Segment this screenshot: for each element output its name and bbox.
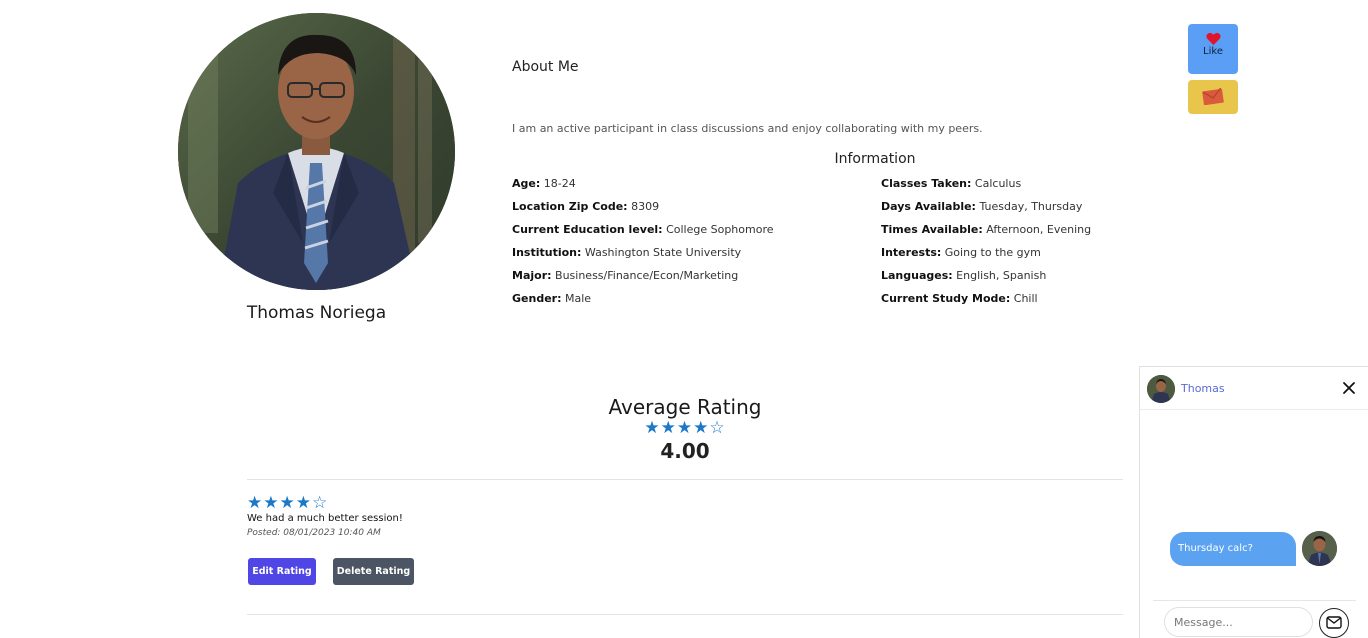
edit-rating-button[interactable]: Edit Rating: [248, 558, 316, 585]
like-button[interactable]: Like: [1188, 24, 1238, 74]
chat-divider: [1153, 600, 1356, 601]
information-left-column: Age: 18-24 Location Zip Code: 8309 Curre…: [512, 177, 774, 315]
info-value: Business/Finance/Econ/Marketing: [555, 269, 739, 282]
info-value: Calculus: [974, 177, 1022, 190]
divider: [247, 614, 1123, 615]
info-label: Location Zip Code:: [512, 200, 628, 213]
chat-message-bubble: Thursday calc?: [1170, 532, 1296, 566]
info-label: Gender:: [512, 292, 562, 305]
send-message-button[interactable]: [1319, 608, 1349, 638]
info-label: Institution:: [512, 246, 582, 259]
info-value: Male: [564, 292, 592, 305]
divider: [247, 479, 1123, 480]
envelope-icon: [1326, 616, 1342, 629]
information-right-column: Classes Taken: Calculus Days Available: …: [881, 177, 1091, 315]
average-rating-title: Average Rating: [608, 395, 762, 419]
delete-rating-button[interactable]: Delete Rating: [333, 558, 414, 585]
info-row-classes: Classes Taken: Calculus: [881, 177, 1091, 200]
review-date: Posted: 08/01/2023 10:40 AM: [247, 528, 381, 538]
close-icon[interactable]: [1340, 379, 1358, 397]
info-value: Going to the gym: [944, 246, 1041, 259]
info-value: 8309: [631, 200, 660, 213]
info-row-education: Current Education level: College Sophomo…: [512, 223, 774, 246]
message-sender-avatar: [1302, 531, 1337, 566]
info-label: Classes Taken:: [881, 177, 972, 190]
info-value: 18-24: [543, 177, 576, 190]
review-stars: ★★★★☆: [247, 493, 329, 513]
info-row-age: Age: 18-24: [512, 177, 774, 200]
info-label: Current Study Mode:: [881, 292, 1011, 305]
envelope-icon: [1202, 88, 1224, 105]
info-value: Chill: [1013, 292, 1038, 305]
info-label: Current Education level:: [512, 223, 663, 236]
info-row-major: Major: Business/Finance/Econ/Marketing: [512, 269, 774, 292]
info-row-institution: Institution: Washington State University: [512, 246, 774, 269]
info-label: Days Available:: [881, 200, 976, 213]
info-label: Interests:: [881, 246, 942, 259]
profile-name: Thomas Noriega: [246, 303, 387, 323]
info-value: Afternoon, Evening: [986, 223, 1092, 236]
heart-icon: [1205, 32, 1221, 45]
info-label: Languages:: [881, 269, 953, 282]
chat-avatar: [1147, 375, 1175, 403]
info-value: College Sophomore: [666, 223, 774, 236]
chat-panel: Thomas Thursday calc?: [1139, 366, 1368, 638]
info-label: Major:: [512, 269, 552, 282]
info-row-times: Times Available: Afternoon, Evening: [881, 223, 1091, 246]
like-label: Like: [1203, 46, 1223, 57]
info-value: English, Spanish: [956, 269, 1047, 282]
info-value: Tuesday, Thursday: [979, 200, 1083, 213]
info-label: Age:: [512, 177, 541, 190]
chat-contact-name[interactable]: Thomas: [1181, 382, 1225, 395]
message-button[interactable]: [1188, 80, 1238, 114]
info-row-interests: Interests: Going to the gym: [881, 246, 1091, 269]
chat-header: Thomas: [1140, 367, 1368, 410]
info-row-zip: Location Zip Code: 8309: [512, 200, 774, 223]
about-text: I am an active participant in class disc…: [512, 122, 983, 135]
message-input[interactable]: [1164, 607, 1313, 637]
about-title: About Me: [512, 59, 579, 75]
review-text: We had a much better session!: [247, 513, 403, 524]
info-value: Washington State University: [584, 246, 742, 259]
profile-photo: [178, 13, 455, 290]
info-row-gender: Gender: Male: [512, 292, 774, 315]
info-row-languages: Languages: English, Spanish: [881, 269, 1091, 292]
info-label: Times Available:: [881, 223, 983, 236]
info-row-days: Days Available: Tuesday, Thursday: [881, 200, 1091, 223]
information-title: Information: [834, 151, 916, 167]
info-row-study-mode: Current Study Mode: Chill: [881, 292, 1091, 315]
average-rating-value: 4.00: [660, 439, 710, 463]
average-rating-stars: ★★★★☆: [644, 418, 726, 438]
